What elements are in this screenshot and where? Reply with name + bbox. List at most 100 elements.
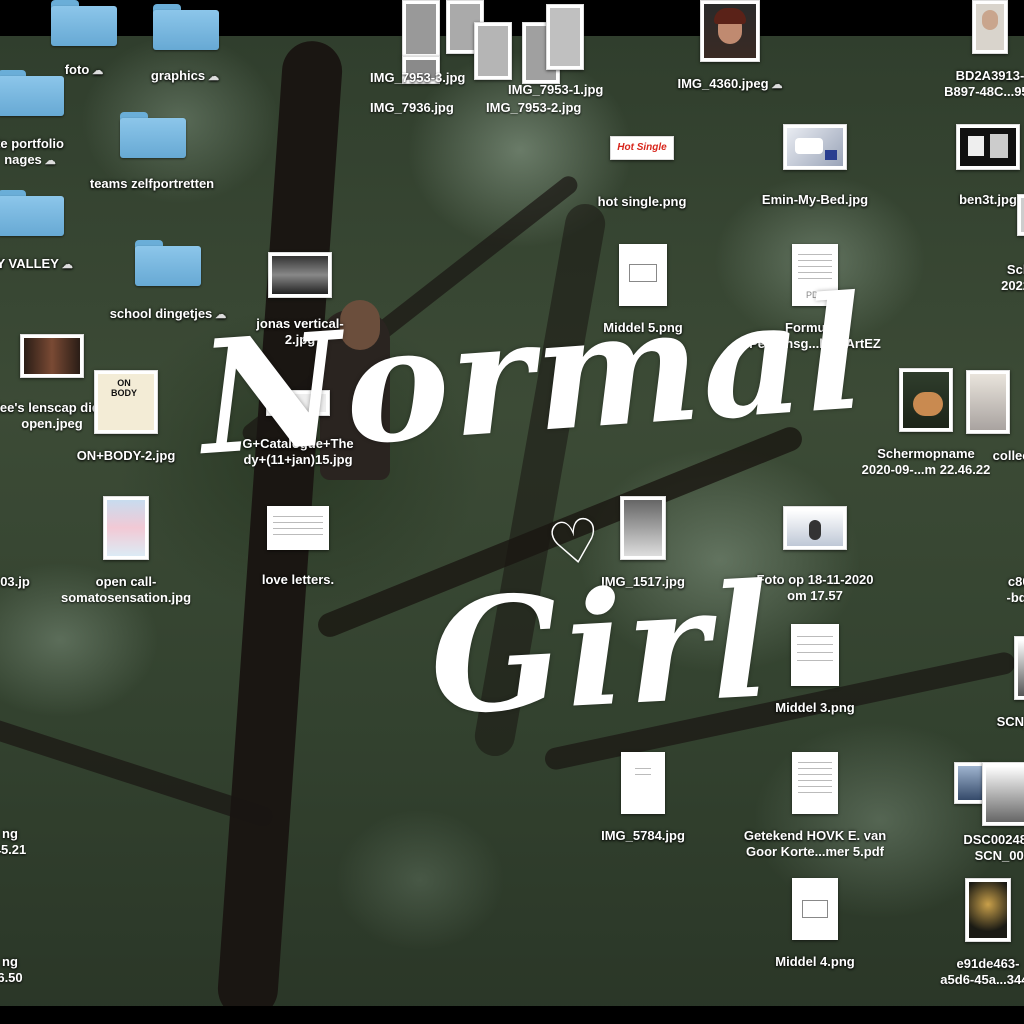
icon-label-2: dy+(11+jan)15.jpg	[243, 452, 353, 467]
file-foto-op[interactable]: Foto op 18-11-2020 om 17.57	[725, 506, 905, 604]
file-collection[interactable]: collection	[898, 370, 1024, 464]
icon-label: collection	[992, 448, 1024, 463]
catalogue-thumbnail	[266, 390, 330, 416]
file-img-5784[interactable]: IMG_5784.jpg	[553, 752, 733, 844]
bw-portrait-thumbnail	[1014, 636, 1024, 700]
icon-label: Middel 3.png	[775, 700, 855, 715]
icon-label: Emin-My-Bed.jpg	[761, 192, 869, 207]
image-thumbnail[interactable]	[474, 22, 512, 80]
file-catalogue[interactable]: G+Catalogue+The dy+(11+jan)15.jpg	[208, 390, 388, 468]
file-love-letters[interactable]: love letters.	[208, 506, 388, 588]
file-ng-4521[interactable]: ng 45.21	[0, 812, 100, 858]
icon-label: IMG_5784.jpg	[601, 828, 685, 843]
file-open-call[interactable]: open call- somatosensation.jpg	[36, 496, 216, 606]
letter-thumbnail	[267, 506, 329, 550]
image-thumbnail[interactable]	[402, 0, 440, 58]
icon-label: Formulier	[785, 320, 845, 335]
icon-label: Foto op 18-11-2020	[756, 572, 874, 587]
folder-graphics[interactable]: graphics ☁	[95, 4, 275, 85]
folder-teams-zelfportretten[interactable]: teams zelfportretten	[62, 112, 242, 192]
icon-label: BD2A3913-	[955, 68, 1024, 83]
file-img-4360[interactable]: IMG_4360.jpeg ☁	[640, 0, 820, 93]
icon-label: Middel 4.png	[775, 954, 855, 969]
cloud-icon: ☁	[44, 155, 56, 167]
icon-label: ON+BODY-2.jpg	[76, 448, 176, 463]
pdf-icon: PDF	[792, 244, 838, 306]
poster-thumbnail	[103, 496, 149, 560]
icon-label: ng	[2, 954, 18, 969]
icon-label: G+Catalogue+The	[242, 436, 354, 451]
file-img-1517[interactable]: IMG_1517.jpg	[553, 496, 733, 590]
file-emin-my-bed[interactable]: Emin-My-Bed.jpg	[725, 124, 905, 208]
hot-single-thumbnail: Hot Single	[610, 136, 674, 160]
cloud-icon: ☁	[208, 71, 220, 83]
file-middel-5[interactable]: Middel 5.png	[553, 244, 733, 336]
black-art-thumbnail	[956, 124, 1020, 170]
portrait-thumbnail	[700, 0, 760, 62]
icon-label-img-7953-2[interactable]: IMG_7953-2.jpg	[486, 100, 581, 115]
file-formulier-pdf[interactable]: PDF Formulier Personsg...hap ArtEZ	[725, 244, 905, 352]
icon-label: open call-	[95, 574, 157, 589]
icon-label-2: SCN_0008.j	[974, 848, 1024, 863]
image-thumbnail[interactable]	[546, 4, 584, 70]
folder-icon	[120, 112, 186, 158]
icon-label-2: 2020-09-...m 22.46.22	[861, 462, 991, 477]
on-body-poster-thumbnail: ON BODY	[94, 370, 158, 434]
fashion-thumbnail	[966, 370, 1010, 434]
icon-label: SCN_0007.j	[996, 714, 1024, 729]
file-hot-single[interactable]: Hot Single hot single.png	[552, 136, 732, 210]
bw-portrait-thumbnail	[982, 762, 1024, 826]
file-on-body[interactable]: ON BODY ON+BODY-2.jpg	[36, 370, 216, 464]
icon-label-2: 6.50	[0, 970, 23, 985]
icon-label: DSC00248.JPG	[963, 832, 1024, 847]
icon-label-2: B897-48C...950	[944, 84, 1024, 99]
file-scn-0007[interactable]: SCN_0007.j	[922, 636, 1024, 730]
icon-label: graphics ☁	[150, 68, 220, 83]
icon-label-2: somatosensation.jpg	[60, 590, 192, 605]
bottom-bar	[0, 1006, 1024, 1024]
icon-label-2: Goor Korte...mer 5.pdf	[746, 844, 884, 859]
file-jonas-vertical[interactable]: jonas vertical- 2.jpg	[210, 252, 390, 348]
screenshot-thumbnail	[1017, 194, 1024, 236]
file-dsc00248[interactable]: DSC00248.JPG SCN_0008.j	[900, 762, 1024, 864]
bw-portrait-thumbnail	[620, 496, 666, 560]
portrait-thumbnail	[972, 0, 1008, 54]
icon-label-2: 2022-08	[1001, 278, 1024, 293]
icon-label: ng	[2, 826, 18, 841]
file-getekend-hovk[interactable]: Getekend HOVK E. van Goor Korte...mer 5.…	[725, 752, 905, 860]
icon-label-2: 2.jpg	[284, 332, 316, 347]
icon-label: love letters.	[261, 572, 335, 587]
folder-icon	[153, 4, 219, 50]
icon-label: Scher	[1006, 262, 1024, 277]
folder-icon	[135, 240, 201, 286]
icon-label: e91de463-	[956, 956, 1020, 971]
file-middel-3[interactable]: Middel 3.png	[725, 624, 905, 716]
folder-icon	[0, 190, 64, 236]
pdf-icon	[792, 752, 838, 814]
desktop[interactable]: foto ☁ graphics ☁ te portfolio nages ☁ team…	[0, 0, 1024, 1024]
icon-label-2: a5d6-45a...3441	[940, 972, 1024, 987]
file-middel-4[interactable]: Middel 4.png	[725, 878, 905, 970]
file-ng-650[interactable]: ng 6.50	[0, 940, 100, 986]
file-c80e0[interactable]: c80e0 -bd30-	[936, 560, 1024, 606]
file-e91de463[interactable]: e91de463- a5d6-45a...3441	[898, 878, 1024, 988]
icon-label: hot single.png	[597, 194, 687, 209]
icon-label-img-7936[interactable]: IMG_7936.jpg	[370, 100, 454, 115]
bed-thumbnail	[783, 124, 847, 170]
icon-label-2: om 17.57	[787, 588, 843, 603]
bw-photo-thumbnail	[268, 252, 332, 298]
icon-label-img-7953-3[interactable]: IMG_7953-3.jpg	[370, 70, 465, 85]
cloud-icon: ☁	[61, 259, 73, 271]
icon-label: Middel 5.png	[603, 320, 683, 335]
icon-label: Getekend HOVK E. van	[743, 828, 887, 843]
folder-icon	[0, 70, 64, 116]
icon-label: IMG_4360.jpeg ☁	[677, 76, 783, 91]
file-scher-2022[interactable]: Scher 2022-08	[935, 194, 1024, 294]
icon-label: c80e0	[1007, 574, 1024, 589]
document-thumbnail	[621, 752, 665, 814]
icon-label: jonas vertical-	[256, 316, 344, 331]
icon-label-img-7953-1[interactable]: IMG_7953-1.jpg	[508, 82, 603, 97]
sketch-thumbnail	[792, 878, 838, 940]
icon-label: IMG_1517.jpg	[601, 574, 685, 589]
file-bd2a3913[interactable]: BD2A3913- B897-48C...950	[900, 0, 1024, 100]
